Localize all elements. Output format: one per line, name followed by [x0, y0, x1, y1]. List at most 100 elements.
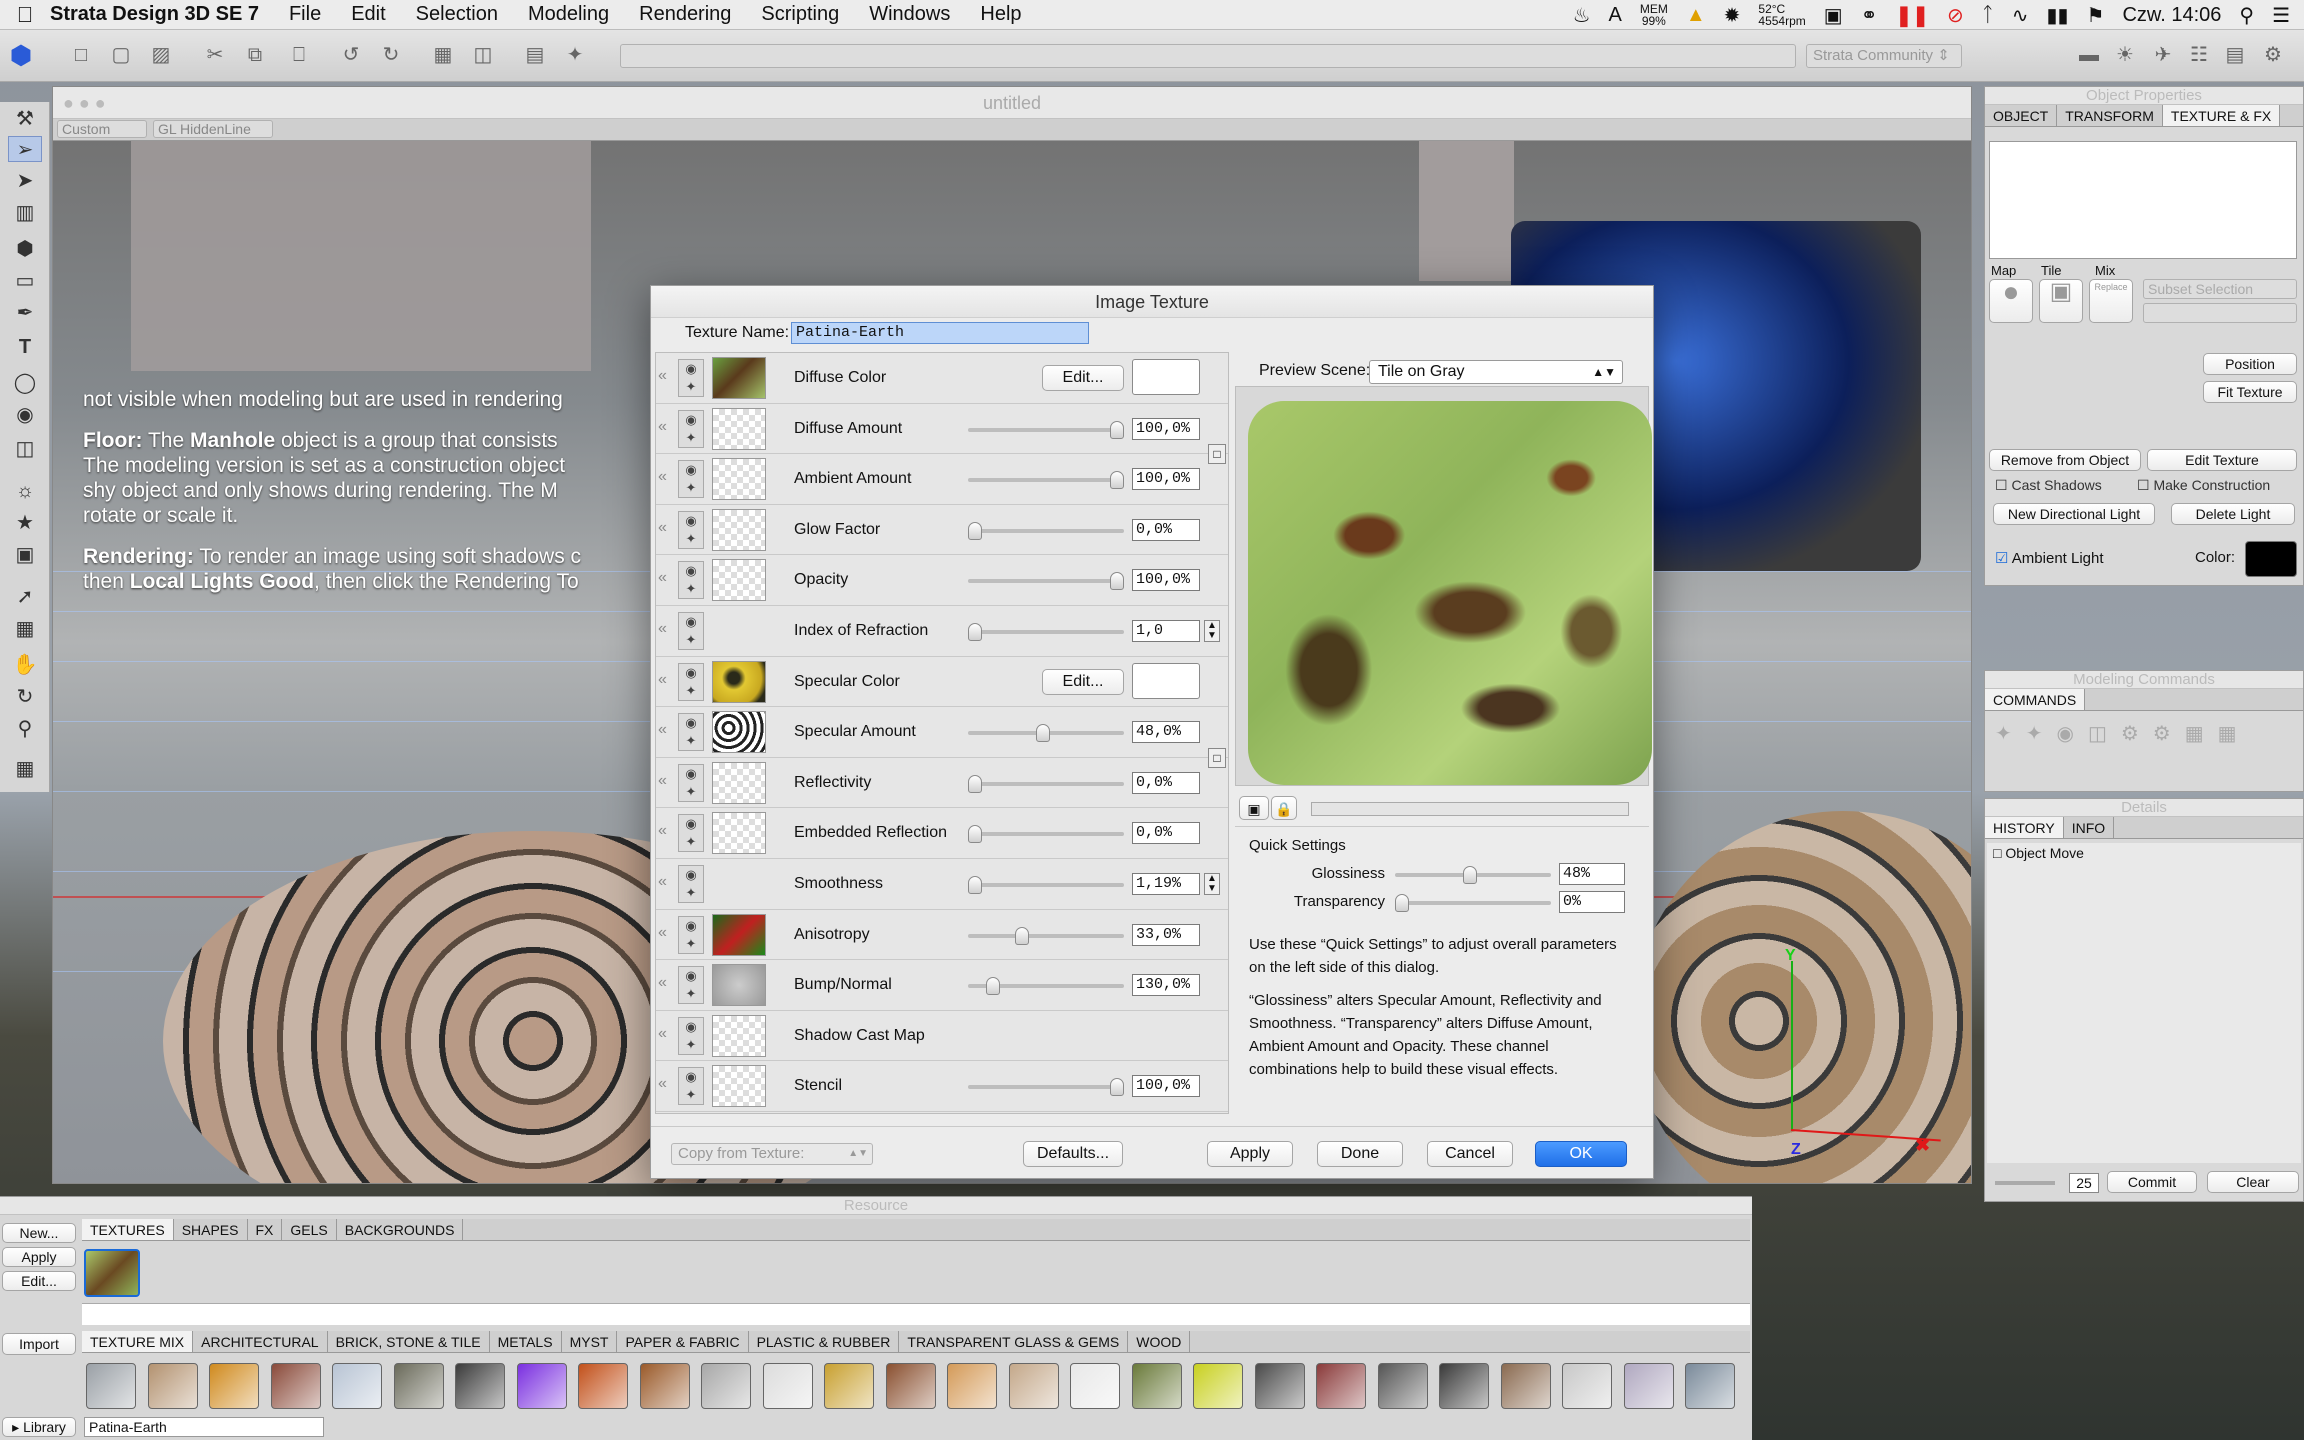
- eye-icon[interactable]: ◉ ✦: [678, 763, 704, 802]
- render-box-icon[interactable]: ▬: [2074, 40, 2104, 70]
- channel-thumbnail[interactable]: [712, 1014, 766, 1057]
- tile-icon[interactable]: ▣: [2039, 279, 2083, 323]
- zoom-tool-icon[interactable]: ⚲: [8, 716, 42, 742]
- history-item[interactable]: □ Object Move: [1987, 843, 2301, 863]
- tab-textures[interactable]: Textures: [82, 1219, 174, 1240]
- glow-factor-slider[interactable]: [968, 528, 1124, 533]
- tab-backgrounds[interactable]: Backgrounds: [337, 1219, 464, 1240]
- adobe-icon[interactable]: A: [1609, 4, 1622, 27]
- glossiness-value[interactable]: 48%: [1559, 863, 1625, 885]
- preview-lock-icon[interactable]: 🔒: [1271, 796, 1297, 820]
- library-swatch[interactable]: [1377, 1363, 1428, 1409]
- tab-info[interactable]: Info: [2064, 817, 2115, 838]
- diffuse-color-swatch[interactable]: [1132, 359, 1200, 395]
- expand-arrows-icon[interactable]: «: [658, 974, 674, 992]
- pause-icon[interactable]: ❚❚: [1895, 3, 1929, 28]
- channel-thumbnail[interactable]: [712, 407, 766, 450]
- library-swatch[interactable]: [1254, 1363, 1305, 1409]
- community-dropdown[interactable]: Strata Community ⇕: [1806, 44, 1962, 68]
- index-of-refraction-knob[interactable]: [968, 623, 982, 641]
- stencil-slider[interactable]: [968, 1085, 1124, 1090]
- opacity-value[interactable]: 100,0%: [1132, 569, 1200, 592]
- apply-resource-button[interactable]: Apply: [2, 1247, 76, 1267]
- lib-tab-texture-mix[interactable]: Texture Mix: [82, 1331, 194, 1352]
- render-tool-icon[interactable]: ▦: [8, 756, 42, 782]
- bulb-tool-icon[interactable]: ☼: [8, 478, 42, 504]
- link-lock-icon[interactable]: □: [1208, 747, 1226, 768]
- view-preset-dropdown[interactable]: Custom: [57, 120, 147, 138]
- library-swatch[interactable]: [455, 1363, 505, 1409]
- hand-tool-icon[interactable]: ✋: [8, 652, 42, 678]
- lathe-tool-icon[interactable]: ◯: [8, 370, 42, 396]
- library-swatch[interactable]: [1685, 1363, 1735, 1409]
- tab-transform[interactable]: Transform: [2057, 105, 2163, 126]
- fit-view-icon[interactable]: ▦: [428, 40, 458, 70]
- library-swatch[interactable]: [947, 1363, 997, 1409]
- expand-arrows-icon[interactable]: «: [658, 569, 674, 587]
- lib-tab-metals[interactable]: Metals: [490, 1331, 562, 1352]
- bump-normal-value[interactable]: 130,0%: [1132, 974, 1200, 997]
- battery-icon[interactable]: ▮▮: [2047, 3, 2069, 28]
- anisotropy-slider[interactable]: [968, 933, 1124, 938]
- menu-windows[interactable]: Windows: [869, 3, 950, 26]
- eye-icon[interactable]: ◉ ✦: [678, 865, 704, 903]
- cancel-button[interactable]: Cancel: [1427, 1141, 1513, 1167]
- expand-arrows-icon[interactable]: «: [658, 1025, 674, 1043]
- eye-icon[interactable]: ◉ ✦: [678, 713, 704, 752]
- stencil-value[interactable]: 100,0%: [1132, 1075, 1200, 1098]
- lib-tab-myst[interactable]: Myst: [562, 1331, 618, 1352]
- bluetooth-icon[interactable]: ᛏ: [1982, 4, 1994, 27]
- lib-tab-architectural[interactable]: Architectural: [193, 1331, 328, 1352]
- rotate-view-icon[interactable]: ↻: [8, 684, 42, 710]
- channel-thumbnail[interactable]: [712, 508, 766, 551]
- tab-history[interactable]: History: [1985, 817, 2064, 838]
- library-swatch[interactable]: [147, 1363, 198, 1409]
- new-icon[interactable]: □: [66, 40, 96, 70]
- warning-icon[interactable]: ▲: [1686, 4, 1706, 27]
- expand-arrows-icon[interactable]: «: [658, 671, 674, 689]
- smoothness-stepper[interactable]: ▲ ▼: [1204, 873, 1220, 895]
- x-axis-end-icon[interactable]: ✖: [1915, 1135, 1930, 1156]
- specular-color-edit-button[interactable]: Edit...: [1042, 668, 1124, 695]
- expand-arrows-icon[interactable]: «: [658, 519, 674, 537]
- menu-modeling[interactable]: Modeling: [528, 3, 609, 26]
- grid-icon[interactable]: ☷: [2184, 40, 2214, 70]
- delete-light-button[interactable]: Delete Light: [2171, 503, 2295, 525]
- eye-icon[interactable]: ◉ ✦: [678, 409, 704, 448]
- eye-icon[interactable]: ◉ ✦: [678, 561, 704, 600]
- clock[interactable]: Czw. 14:06: [2122, 4, 2221, 27]
- subset-selection-dropdown[interactable]: Subset Selection: [2143, 279, 2297, 299]
- reshape-tool-icon[interactable]: ➤: [8, 168, 42, 194]
- specular-color-swatch[interactable]: [1132, 662, 1200, 699]
- tab-commands[interactable]: Commands: [1985, 689, 2086, 710]
- app-menu[interactable]: Strata Design 3D SE 7: [50, 3, 259, 26]
- diffuse-amount-value[interactable]: 100,0%: [1132, 417, 1200, 440]
- texture-list[interactable]: [1989, 141, 2297, 259]
- texture-name-input[interactable]: Patina-Earth: [791, 322, 1089, 344]
- expand-arrows-icon[interactable]: «: [658, 620, 674, 638]
- specular-amount-knob[interactable]: [1036, 724, 1051, 743]
- library-swatch[interactable]: [1193, 1363, 1243, 1409]
- export-icon[interactable]: ▤: [2220, 40, 2250, 70]
- eye-icon[interactable]: ◉ ✦: [678, 460, 704, 499]
- scale-tool-icon[interactable]: ▥: [8, 200, 42, 226]
- menu-list-icon[interactable]: ☰: [2272, 3, 2290, 28]
- reflectivity-knob[interactable]: [968, 774, 982, 793]
- specular-amount-value[interactable]: 48,0%: [1132, 721, 1200, 744]
- library-swatch[interactable]: [516, 1363, 567, 1409]
- expand-arrows-icon[interactable]: «: [658, 721, 674, 739]
- lib-tab-paper[interactable]: Paper & Fabric: [617, 1331, 749, 1352]
- expand-arrows-icon[interactable]: «: [658, 873, 674, 891]
- ok-button[interactable]: OK: [1535, 1141, 1627, 1167]
- grid-tool-icon[interactable]: ▦: [8, 616, 42, 642]
- menu-file[interactable]: File: [289, 3, 321, 26]
- stencil-knob[interactable]: [1110, 1078, 1124, 1097]
- bell-icon[interactable]: ♨: [1573, 3, 1591, 28]
- opacity-knob[interactable]: [1110, 572, 1124, 591]
- smoothness-value[interactable]: 1,19%: [1132, 873, 1200, 895]
- library-swatch[interactable]: [762, 1363, 813, 1409]
- channel-thumbnail[interactable]: [712, 1065, 766, 1108]
- channel-thumbnail[interactable]: [712, 357, 766, 399]
- library-swatch[interactable]: [639, 1363, 690, 1409]
- lib-tab-glass[interactable]: Transparent Glass & Gems: [899, 1331, 1129, 1352]
